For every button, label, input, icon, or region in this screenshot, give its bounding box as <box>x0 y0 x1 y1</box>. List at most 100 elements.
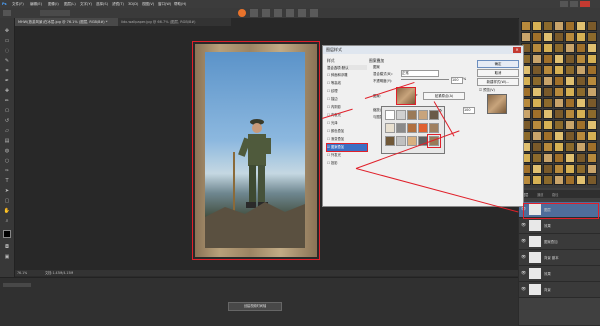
layer-row[interactable]: 👁 效果 <box>519 218 600 234</box>
style-swatch[interactable] <box>543 120 553 130</box>
pattern-swatch[interactable] <box>418 123 428 133</box>
style-swatch[interactable] <box>554 54 564 64</box>
pattern-swatch[interactable] <box>418 110 428 120</box>
style-swatch[interactable] <box>554 142 564 152</box>
layer-row[interactable]: 👁 背景 <box>519 282 600 298</box>
style-swatch[interactable] <box>576 98 586 108</box>
menu-view[interactable]: 视图(V) <box>142 2 154 7</box>
style-swatch[interactable] <box>576 65 586 75</box>
style-swatch[interactable] <box>543 54 553 64</box>
style-swatch[interactable] <box>576 21 586 31</box>
style-swatch[interactable] <box>587 98 597 108</box>
style-swatch[interactable] <box>587 87 597 97</box>
style-swatch[interactable] <box>587 153 597 163</box>
style-swatch[interactable] <box>543 76 553 86</box>
style-swatch[interactable] <box>554 153 564 163</box>
pen-tool-icon[interactable]: ✑ <box>3 168 11 174</box>
style-swatch[interactable] <box>565 65 575 75</box>
style-swatch[interactable] <box>587 131 597 141</box>
align-icon[interactable] <box>286 9 294 17</box>
type-tool-icon[interactable]: T <box>3 178 11 184</box>
close-button[interactable] <box>580 1 590 7</box>
pattern-swatch[interactable] <box>396 136 406 146</box>
new-style-button[interactable]: 新建样式(W)... <box>477 78 519 86</box>
layer-row[interactable]: 👁 图案叠加 <box>519 234 600 250</box>
menu-layer[interactable]: 图层(L) <box>64 2 76 7</box>
lasso-tool-icon[interactable]: ◌ <box>3 48 11 54</box>
style-list-item[interactable]: ☐ 颜色叠加 <box>327 128 367 135</box>
style-swatch[interactable] <box>576 76 586 86</box>
style-swatch[interactable] <box>532 109 542 119</box>
style-swatch[interactable] <box>532 142 542 152</box>
foreground-color-swatch[interactable] <box>3 230 11 238</box>
minimize-button[interactable] <box>560 1 568 7</box>
style-swatch[interactable] <box>587 120 597 130</box>
style-swatch[interactable] <box>554 98 564 108</box>
pattern-swatch[interactable] <box>385 123 395 133</box>
style-swatch[interactable] <box>587 65 597 75</box>
style-list-item[interactable]: ☐ 描边 <box>327 96 367 103</box>
style-swatch[interactable] <box>554 109 564 119</box>
style-swatch[interactable] <box>576 43 586 53</box>
style-swatch[interactable] <box>532 65 542 75</box>
style-swatch[interactable] <box>565 32 575 42</box>
style-swatch[interactable] <box>576 142 586 152</box>
style-list-item[interactable]: ☐ 光泽 <box>327 120 367 127</box>
pattern-swatch[interactable] <box>396 110 406 120</box>
quick-select-tool-icon[interactable]: ✎ <box>3 58 11 64</box>
style-swatch[interactable] <box>532 87 542 97</box>
style-swatch[interactable] <box>554 32 564 42</box>
style-list-item[interactable]: ☐ 外发光 <box>327 152 367 159</box>
style-swatch[interactable] <box>565 131 575 141</box>
pattern-swatch[interactable] <box>385 110 395 120</box>
style-swatch[interactable] <box>543 87 553 97</box>
style-list-item[interactable]: ☐ 渐变叠加 <box>327 136 367 143</box>
style-swatch[interactable] <box>576 153 586 163</box>
style-swatch[interactable] <box>587 175 597 185</box>
gradient-tool-icon[interactable]: ▤ <box>3 138 11 144</box>
style-swatch[interactable] <box>543 175 553 185</box>
zoom-level[interactable]: 76.1% <box>17 270 27 276</box>
tab-channels[interactable]: 通道 <box>537 192 543 197</box>
style-swatch[interactable] <box>576 164 586 174</box>
visibility-eye-icon[interactable]: 👁 <box>521 238 526 243</box>
style-swatch[interactable] <box>587 164 597 174</box>
style-swatch[interactable] <box>543 21 553 31</box>
style-swatch[interactable] <box>532 98 542 108</box>
style-swatch[interactable] <box>554 131 564 141</box>
blur-tool-icon[interactable]: ◍ <box>3 148 11 154</box>
zoom-tool-icon[interactable]: ⌕ <box>3 218 11 224</box>
menu-edit[interactable]: 编辑(E) <box>30 2 42 7</box>
style-swatch[interactable] <box>587 54 597 64</box>
snap-to-origin-button[interactable]: 贴紧原点(A) <box>423 92 465 100</box>
style-swatch[interactable] <box>532 43 542 53</box>
menu-select[interactable]: 选择(S) <box>96 2 108 7</box>
style-swatch[interactable] <box>576 109 586 119</box>
style-swatch[interactable] <box>576 120 586 130</box>
create-video-timeline-button[interactable]: 创建视频时间轴 <box>228 302 282 311</box>
preview-checkbox[interactable]: ☑ 预览(V) <box>479 87 495 92</box>
style-swatch[interactable] <box>543 109 553 119</box>
pattern-swatch[interactable] <box>407 136 417 146</box>
style-swatch[interactable] <box>532 76 542 86</box>
chevron-down-icon[interactable]: ▾ <box>416 93 420 97</box>
align-icon[interactable] <box>298 9 306 17</box>
layer-row[interactable]: 👁 背景 副本 <box>519 250 600 266</box>
style-swatch[interactable] <box>565 164 575 174</box>
style-swatch[interactable] <box>565 153 575 163</box>
dialog-close-icon[interactable]: ✕ <box>513 47 521 53</box>
style-list-item[interactable]: ☐ 等高线 <box>327 80 367 87</box>
layer-row[interactable]: 👁 效果 <box>519 266 600 282</box>
style-swatch[interactable] <box>543 65 553 75</box>
stop-icon[interactable] <box>238 9 246 17</box>
style-swatch[interactable] <box>532 54 542 64</box>
style-swatch[interactable] <box>554 65 564 75</box>
style-swatch[interactable] <box>565 175 575 185</box>
timeline-controls[interactable] <box>3 283 31 287</box>
align-icon[interactable] <box>250 9 258 17</box>
pattern-swatch[interactable] <box>407 123 417 133</box>
style-list-item[interactable]: ☐ 纹理 <box>327 88 367 95</box>
visibility-eye-icon[interactable]: 👁 <box>521 270 526 275</box>
style-swatch[interactable] <box>576 32 586 42</box>
pattern-picker[interactable] <box>396 87 416 105</box>
